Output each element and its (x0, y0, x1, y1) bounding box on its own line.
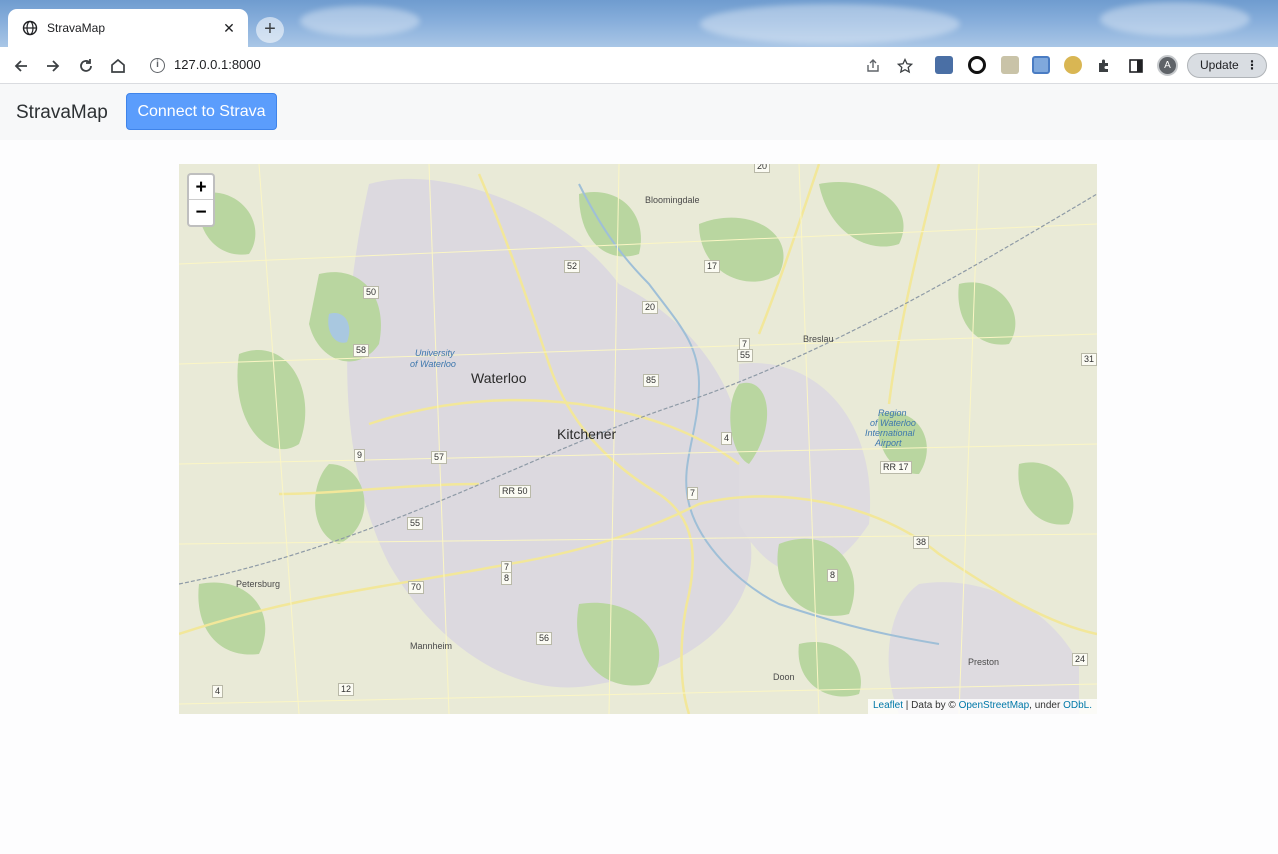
side-panel-button[interactable] (1125, 55, 1147, 77)
place-label: Kitchener (557, 426, 617, 442)
poi-label: Airport (875, 438, 902, 448)
connect-strava-button[interactable]: Connect to Strava (126, 93, 277, 130)
map-container[interactable]: Waterloo Kitchener Bloomingdale Breslau … (179, 164, 1097, 714)
poi-label: of Waterloo (410, 359, 456, 369)
poi-label: of Waterloo (870, 418, 916, 428)
new-tab-button[interactable]: + (256, 17, 284, 43)
zoom-in-button[interactable]: + (189, 175, 213, 200)
reload-icon (80, 59, 92, 72)
update-button[interactable]: Update ⋮ (1187, 53, 1267, 78)
close-tab-icon[interactable]: ✕ (220, 20, 238, 37)
road-shield: 31 (1081, 353, 1097, 366)
share-icon (867, 59, 879, 72)
road-shield: 7 (687, 487, 699, 500)
road-shield: 4 (212, 685, 224, 698)
road-shield: 58 (353, 344, 370, 357)
attribution-text: , under (1029, 700, 1064, 711)
osm-link[interactable]: OpenStreetMap (959, 700, 1030, 711)
forward-button[interactable] (42, 55, 64, 77)
road-shield: 4 (721, 432, 733, 445)
map-tiles (179, 164, 1097, 714)
reload-button[interactable] (75, 55, 97, 77)
profile-avatar[interactable]: A (1157, 55, 1178, 76)
place-label: Waterloo (471, 370, 527, 386)
attribution-text: | Data by © (903, 700, 959, 711)
extension-honey-icon[interactable] (1064, 56, 1082, 74)
extension-opera-icon[interactable] (968, 56, 986, 74)
road-shield: 57 (431, 451, 448, 464)
poi-label: Region (878, 408, 907, 418)
browser-titlebar: StravaMap ✕ + (0, 0, 1278, 47)
update-label: Update (1200, 58, 1239, 72)
road-shield: 70 (408, 581, 425, 594)
road-shield: 17 (704, 260, 721, 273)
zoom-out-button[interactable]: − (189, 200, 213, 225)
browser-tab[interactable]: StravaMap ✕ (8, 9, 248, 47)
arrow-right-icon (47, 60, 60, 72)
road-shield: 8 (501, 572, 513, 585)
star-icon (897, 58, 913, 74)
road-shield: 12 (338, 683, 355, 696)
share-button[interactable] (862, 55, 884, 77)
road-shield: 55 (407, 517, 424, 530)
road-shield: 52 (564, 260, 581, 273)
sky-decoration (700, 4, 960, 44)
road-shield: 50 (363, 286, 380, 299)
road-shield: 56 (536, 632, 553, 645)
place-label: Bloomingdale (645, 195, 700, 205)
extension-grid-icon[interactable] (1001, 56, 1019, 74)
address-bar[interactable]: 127.0.0.1:8000 (174, 57, 261, 72)
arrow-left-icon (14, 60, 27, 72)
bookmark-button[interactable] (894, 55, 916, 77)
road-shield: RR 50 (499, 485, 531, 498)
brand-title[interactable]: StravaMap (16, 102, 108, 124)
tab-title: StravaMap (47, 21, 106, 35)
extension-calendar-icon[interactable] (1032, 56, 1050, 74)
sky-decoration (300, 6, 420, 36)
place-label: Breslau (803, 334, 834, 344)
home-button[interactable] (107, 55, 129, 77)
road-shield: 85 (643, 374, 660, 387)
extensions-button[interactable] (1093, 55, 1115, 77)
road-shield: 55 (737, 349, 754, 362)
back-button[interactable] (10, 55, 32, 77)
app-navbar: StravaMap Connect to Strava (0, 84, 1278, 140)
map-attribution: Leaflet | Data by © OpenStreetMap, under… (867, 699, 1097, 714)
browser-toolbar: i 127.0.0.1:8000 (0, 47, 1278, 84)
place-label: Mannheim (410, 641, 453, 651)
road-shield: 8 (827, 569, 839, 582)
place-label: Preston (968, 657, 1000, 667)
road-shield: 20 (754, 164, 771, 173)
poi-label: International (865, 428, 915, 438)
place-label: Doon (773, 672, 795, 682)
menu-dots-icon: ⋮ (1246, 58, 1258, 72)
road-shield: 38 (913, 536, 930, 549)
globe-icon (22, 20, 38, 36)
road-shield: 9 (354, 449, 366, 462)
leaflet-link[interactable]: Leaflet (873, 700, 903, 711)
road-shield: RR 17 (880, 461, 912, 474)
place-label: Petersburg (236, 579, 281, 589)
poi-label: University (415, 348, 455, 358)
sky-decoration (1100, 2, 1250, 36)
road-shield: 24 (1072, 653, 1089, 666)
home-icon (111, 58, 125, 73)
zoom-control: + − (187, 173, 215, 227)
odbl-link[interactable]: ODbL. (1063, 700, 1092, 711)
site-info-icon[interactable]: i (150, 58, 165, 73)
road-shield: 20 (642, 301, 659, 314)
side-panel-icon (1129, 59, 1143, 73)
puzzle-icon (1099, 59, 1108, 72)
extension-fd-icon[interactable] (935, 56, 953, 74)
